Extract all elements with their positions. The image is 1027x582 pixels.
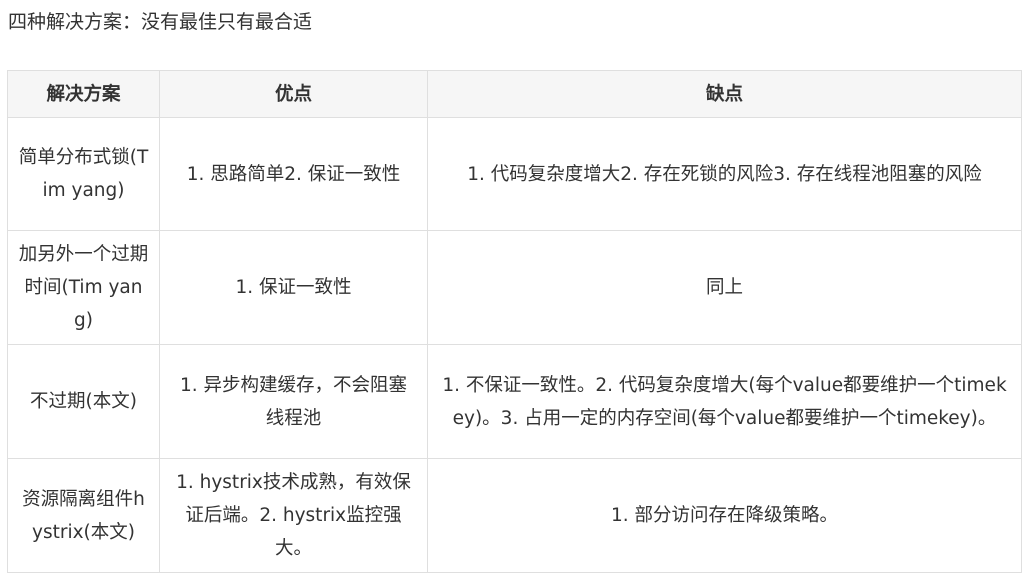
cell-solution: 资源隔离组件hystrix(本文)	[7, 458, 160, 573]
comparison-table: 解决方案 优点 缺点 简单分布式锁(Tim yang) 1. 思路简单2. 保证…	[7, 70, 1022, 573]
header-pros: 优点	[159, 70, 428, 118]
cell-pros: 1. 思路简单2. 保证一致性	[159, 117, 428, 231]
table-header: 解决方案 优点 缺点	[7, 70, 1022, 118]
cell-cons: 1. 部分访问存在降级策略。	[427, 458, 1022, 573]
header-row: 解决方案 优点 缺点	[7, 70, 1022, 118]
cell-pros: 1. 异步构建缓存，不会阻塞线程池	[159, 344, 428, 459]
table-row: 加另外一个过期时间(Tim yang) 1. 保证一致性 同上	[7, 230, 1022, 345]
table-row: 不过期(本文) 1. 异步构建缓存，不会阻塞线程池 1. 不保证一致性。2. 代…	[7, 344, 1022, 459]
intro-heading: 四种解决方案：没有最佳只有最合适	[8, 11, 313, 33]
table-body: 简单分布式锁(Tim yang) 1. 思路简单2. 保证一致性 1. 代码复杂…	[7, 117, 1022, 573]
header-solution: 解决方案	[7, 70, 160, 118]
cell-pros: 1. 保证一致性	[159, 230, 428, 345]
cell-solution: 加另外一个过期时间(Tim yang)	[7, 230, 160, 345]
cell-solution: 不过期(本文)	[7, 344, 160, 459]
cell-cons: 同上	[427, 230, 1022, 345]
cell-cons: 1. 不保证一致性。2. 代码复杂度增大(每个value都要维护一个timeke…	[427, 344, 1022, 459]
cell-cons: 1. 代码复杂度增大2. 存在死锁的风险3. 存在线程池阻塞的风险	[427, 117, 1022, 231]
header-cons: 缺点	[427, 70, 1022, 118]
cell-pros: 1. hystrix技术成熟，有效保证后端。2. hystrix监控强大。	[159, 458, 428, 573]
table-row: 简单分布式锁(Tim yang) 1. 思路简单2. 保证一致性 1. 代码复杂…	[7, 117, 1022, 231]
table-row: 资源隔离组件hystrix(本文) 1. hystrix技术成熟，有效保证后端。…	[7, 458, 1022, 573]
cell-solution: 简单分布式锁(Tim yang)	[7, 117, 160, 231]
